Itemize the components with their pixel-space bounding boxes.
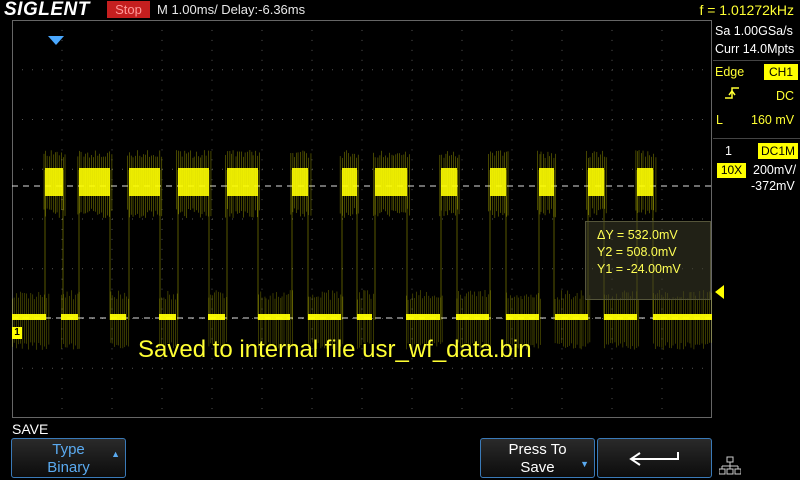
trigger-level-label: L: [716, 112, 723, 128]
low-segment: [456, 314, 489, 320]
high-burst: [79, 168, 110, 196]
low-segment: [604, 314, 637, 320]
press-to-save-softkey[interactable]: Press To Save ▼: [480, 438, 595, 478]
return-softkey[interactable]: [597, 438, 712, 478]
save-label: Save: [481, 459, 594, 477]
high-burst: [342, 168, 357, 196]
channel-number: 1: [725, 143, 732, 159]
type-label: Type: [12, 441, 125, 459]
cursor-measurement-box: ΔY = 532.0mV Y2 = 508.0mV Y1 = -24.00mV: [585, 221, 711, 300]
memory-depth: Curr 14.0Mpts: [715, 41, 794, 57]
low-segment: [12, 314, 46, 320]
channel-offset: -372mV: [751, 178, 795, 194]
channel1-offset-marker[interactable]: 1: [12, 327, 22, 339]
trigger-type[interactable]: Edge: [715, 64, 744, 80]
low-segment: [61, 314, 78, 320]
cursor-y2: Y2 = 508.0mV: [597, 244, 677, 260]
chevron-down-icon: ▼: [580, 459, 589, 469]
network-icon: [719, 456, 741, 476]
frequency-readout: f = 1.01272kHz: [699, 0, 794, 20]
chevron-up-icon: ▲: [111, 449, 120, 459]
side-info-panel: Sa 1.00GSa/s Curr 14.0Mpts Edge CH1 DC L…: [713, 20, 800, 420]
low-segment: [653, 314, 712, 320]
high-burst: [375, 168, 407, 196]
volts-per-div: 200mV/: [753, 162, 796, 178]
high-burst: [490, 168, 506, 196]
low-segment: [506, 314, 539, 320]
timebase-readout: M 1.00ms/ Delay:-6.36ms: [157, 1, 305, 18]
top-status-bar: SIGLENT Stop M 1.00ms/ Delay:-6.36ms f =…: [0, 0, 800, 20]
high-burst: [45, 168, 63, 196]
sample-rate: Sa 1.00GSa/s: [715, 23, 793, 39]
channel-coupling-badge[interactable]: DC1M: [758, 143, 798, 159]
high-burst: [292, 168, 308, 196]
high-burst: [178, 168, 209, 196]
type-softkey[interactable]: Type Binary ▲: [11, 438, 126, 478]
high-burst: [637, 168, 653, 196]
press-to-label: Press To: [481, 441, 594, 459]
low-segment: [110, 314, 126, 320]
run-stop-status[interactable]: Stop: [107, 1, 150, 18]
low-segment: [406, 314, 440, 320]
menu-title: SAVE: [12, 421, 48, 437]
low-segment: [555, 314, 588, 320]
trigger-source-badge[interactable]: CH1: [764, 64, 798, 80]
high-burst: [441, 168, 457, 196]
save-status-message: Saved to internal file usr_wf_data.bin: [138, 336, 532, 364]
low-segment: [258, 314, 290, 320]
high-burst: [227, 168, 258, 196]
low-segment: [208, 314, 225, 320]
return-arrow-icon: [628, 449, 682, 469]
rising-edge-icon: [724, 86, 740, 100]
trigger-position-marker-icon[interactable]: [48, 36, 64, 45]
trigger-coupling: DC: [776, 88, 794, 104]
low-segment: [357, 314, 372, 320]
low-segment: [159, 314, 176, 320]
low-segment: [308, 314, 341, 320]
cursor-y1: Y1 = -24.00mV: [597, 261, 681, 277]
type-value: Binary: [12, 459, 125, 477]
cursor-delta-y: ΔY = 532.0mV: [597, 227, 678, 243]
brand-logo: SIGLENT: [4, 0, 90, 20]
high-burst: [588, 168, 604, 196]
trigger-level-value: 160 mV: [751, 112, 794, 128]
probe-ratio-badge[interactable]: 10X: [717, 163, 746, 178]
high-burst: [129, 168, 160, 196]
high-burst: [539, 168, 554, 196]
